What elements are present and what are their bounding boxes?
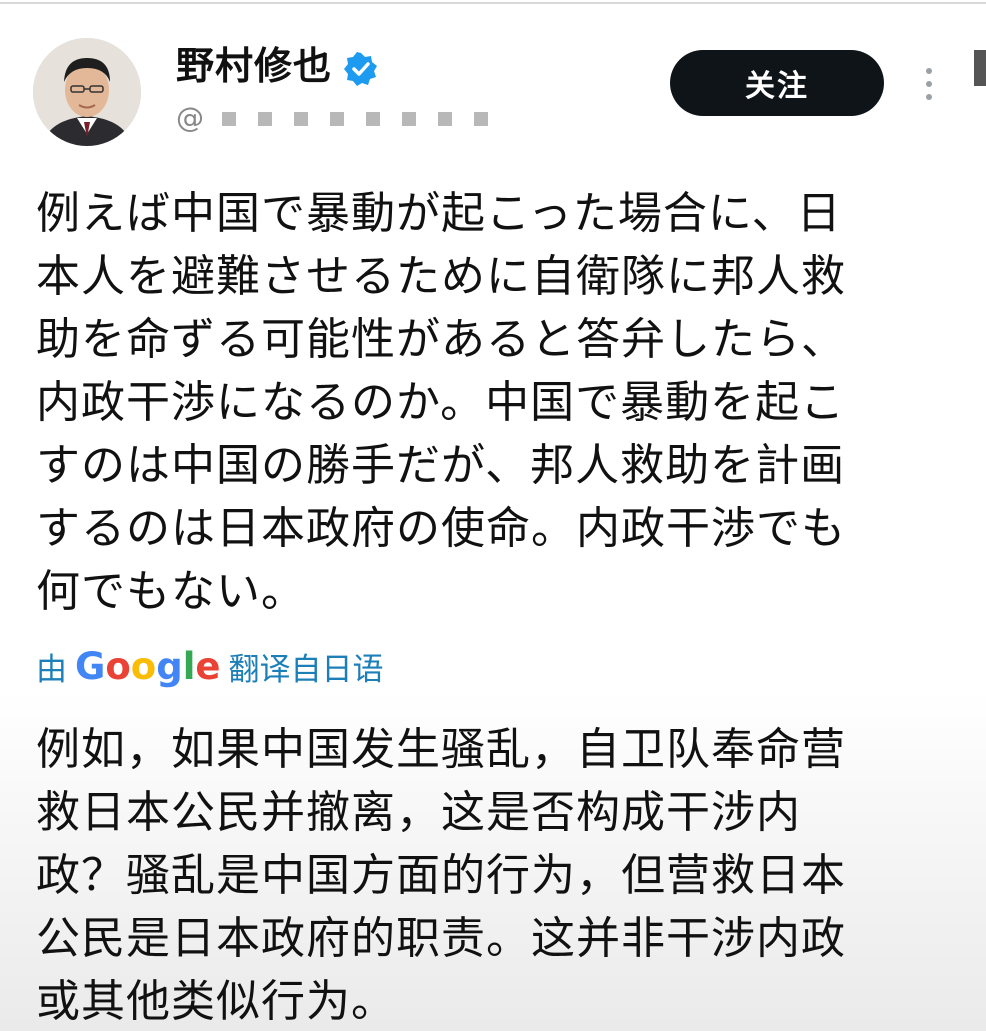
translation-attribution[interactable]: 由 Google 翻译自日语 (36, 642, 384, 690)
post-text-translated: 例如，如果中国发生骚乱，自卫队奉命营 救日本公民并撤离，这是否构成干涉内 政？骚… (36, 724, 846, 1027)
handle-at-sign: @ (176, 101, 204, 134)
author-name[interactable]: 野村修也 (176, 40, 332, 92)
post-text-original: 例えば中国で暴動が起こった場合に、日 本人を避難させるために自衛隊に邦人救 助を… (36, 188, 846, 617)
handle-redaction (294, 112, 308, 126)
top-divider (0, 2, 986, 4)
more-vertical-icon[interactable] (918, 64, 940, 104)
scrollbar-thumb[interactable] (974, 50, 986, 86)
handle-redaction (438, 112, 452, 126)
follow-button[interactable]: 关注 (670, 50, 884, 116)
translation-prefix: 由 (36, 651, 67, 688)
handle-redaction (258, 112, 272, 126)
handle-redaction (330, 112, 344, 126)
handle-redaction (402, 112, 416, 126)
avatar-portrait (33, 38, 141, 146)
verified-badge-icon (344, 52, 377, 86)
handle-redaction (222, 112, 236, 126)
handle-redaction (366, 112, 380, 126)
handle-redaction (474, 112, 488, 126)
avatar[interactable] (33, 38, 141, 146)
google-logo: Google (75, 644, 221, 688)
translation-suffix: 翻译自日语 (228, 651, 384, 688)
